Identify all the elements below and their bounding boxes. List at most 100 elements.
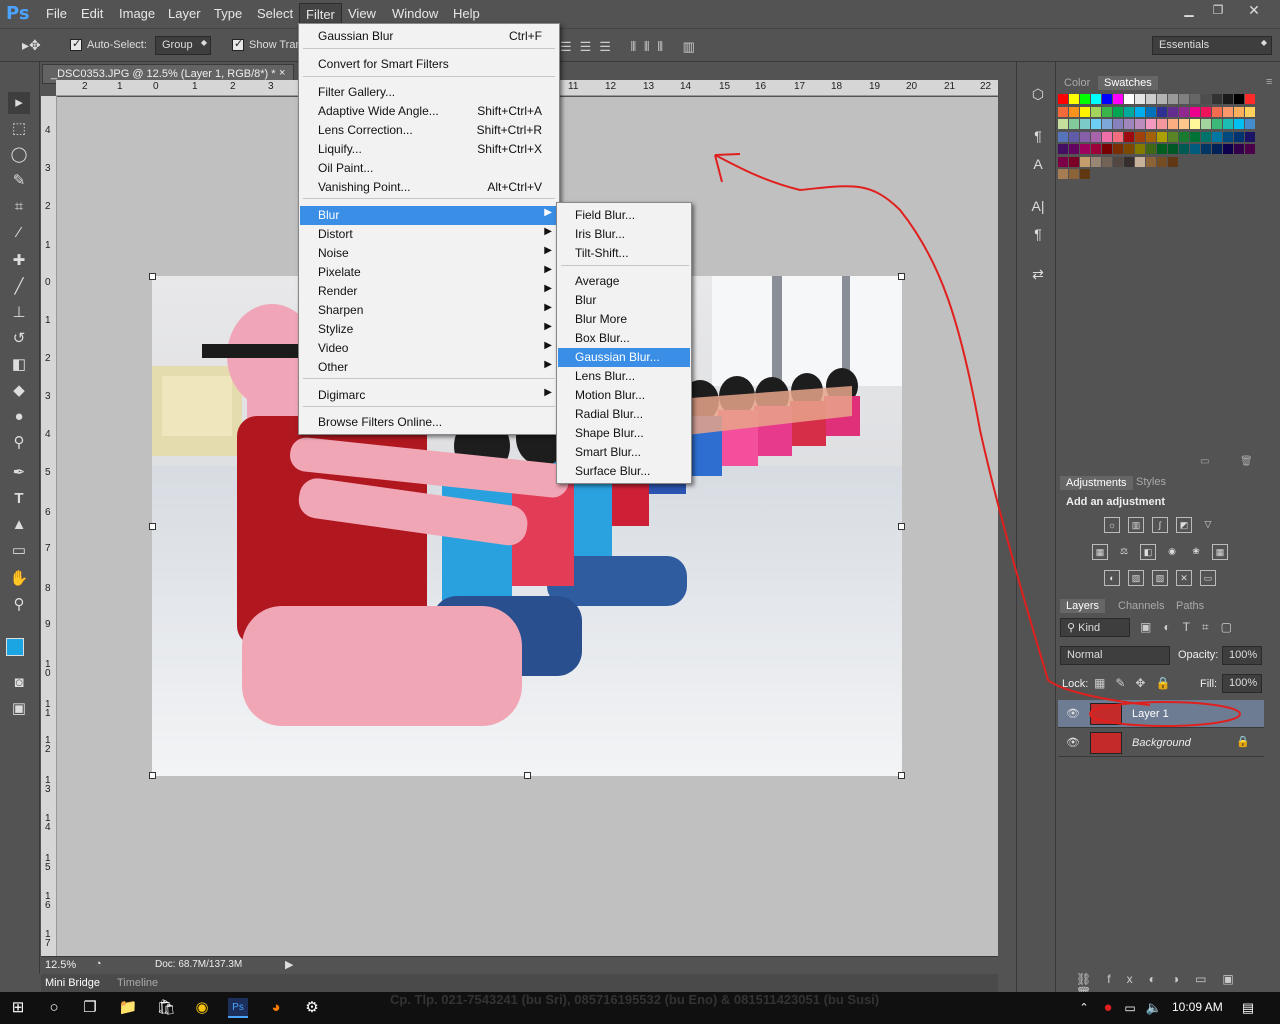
blend-mode-select[interactable]: Normal (1060, 646, 1170, 665)
color-swatch[interactable] (1058, 106, 1068, 117)
color-swatch[interactable] (1234, 131, 1244, 142)
photoshop-taskbar-icon[interactable]: Ps (228, 998, 248, 1018)
color-swatch[interactable] (1190, 94, 1200, 104)
filter-menu-item[interactable]: Browse Filters Online... (300, 413, 558, 432)
transform-handle[interactable] (524, 772, 531, 779)
color-swatch[interactable] (1124, 131, 1134, 142)
color-swatch[interactable] (1113, 156, 1123, 167)
filter-menu-item[interactable]: Noise ▶ (300, 244, 558, 263)
tab-paths[interactable]: Paths (1176, 600, 1204, 612)
foreground-color-swatch[interactable] (6, 638, 24, 656)
menu-edit[interactable]: Edit (81, 6, 103, 21)
search-icon[interactable]: ○ (44, 998, 64, 1018)
color-swatch[interactable] (1201, 94, 1211, 104)
color-swatch[interactable] (1157, 119, 1167, 129)
transform-handle[interactable] (898, 273, 905, 280)
filter-menu-item[interactable]: Gaussian Blur Ctrl+F (300, 27, 558, 46)
color-swatch[interactable] (1102, 144, 1112, 154)
color-swatch[interactable] (1124, 106, 1134, 117)
workspace-select[interactable]: Essentials ◆ (1152, 36, 1272, 55)
align-icons[interactable]: ☰☰☰ ⫴⫴⫴ ▥ (560, 39, 703, 55)
transform-handle[interactable] (898, 523, 905, 530)
color-swatch[interactable] (1234, 94, 1244, 104)
menu-layer[interactable]: Layer (168, 6, 201, 21)
color-swatch[interactable] (1146, 119, 1156, 129)
filter-menu-item[interactable]: Lens Correction... Shift+Ctrl+R (300, 121, 558, 140)
levels-icon[interactable]: ▥ (1128, 517, 1144, 533)
filter-menu-item[interactable]: Render ▶ (300, 282, 558, 301)
eyedropper-tool-icon[interactable]: ⁄ (8, 222, 30, 244)
filter-menu-item[interactable]: Convert for Smart Filters (300, 55, 558, 74)
close-document-icon[interactable]: × (279, 67, 285, 79)
color-swatch[interactable] (1157, 144, 1167, 154)
color-swatch[interactable] (1102, 119, 1112, 129)
color-swatch[interactable] (1157, 106, 1167, 117)
tab-styles[interactable]: Styles (1136, 476, 1166, 488)
layer-filter-icons[interactable]: ▣◐T⌗▢ (1140, 620, 1244, 635)
brightness-icon[interactable]: ☼ (1104, 517, 1120, 533)
type-tool-icon[interactable]: T (8, 488, 30, 510)
quick-mask-icon[interactable]: ◙ (8, 672, 30, 694)
color-swatch[interactable] (1102, 106, 1112, 117)
color-swatch[interactable] (1168, 106, 1178, 117)
selective-color-icon[interactable]: ✕ (1176, 570, 1192, 586)
paragraph-style-icon[interactable]: ¶ (1027, 226, 1049, 248)
invert-icon[interactable]: ◐ (1104, 570, 1120, 586)
color-swatch[interactable] (1234, 106, 1244, 117)
color-swatch[interactable] (1212, 144, 1222, 154)
color-swatch[interactable] (1080, 169, 1090, 179)
chrome-icon[interactable]: ◉ (192, 998, 212, 1018)
character-icon[interactable]: A| (1027, 198, 1049, 220)
color-swatch[interactable] (1124, 119, 1134, 129)
tab-layers[interactable]: Layers (1060, 599, 1106, 613)
color-lookup-icon[interactable]: ▦ (1212, 544, 1228, 560)
color-swatch[interactable] (1157, 94, 1167, 104)
close-window-icon[interactable]: ✕ (1240, 0, 1268, 20)
tab-swatches[interactable]: Swatches (1098, 76, 1158, 90)
screen-mode-icon[interactable]: ▣ (8, 698, 30, 720)
color-swatch[interactable] (1069, 106, 1079, 117)
color-swatch[interactable] (1091, 119, 1101, 129)
color-swatch[interactable] (1201, 131, 1211, 142)
color-swatch[interactable] (1190, 119, 1200, 129)
vibrance-icon[interactable]: ▽ (1200, 517, 1216, 533)
threshold-icon[interactable]: ▧ (1152, 570, 1168, 586)
color-swatch[interactable] (1146, 94, 1156, 104)
dodge-tool-icon[interactable]: ⚲ (8, 432, 30, 454)
color-swatch[interactable] (1223, 106, 1233, 117)
healing-brush-icon[interactable]: ✚ (8, 250, 30, 272)
color-swatch[interactable] (1168, 131, 1178, 142)
color-swatch[interactable] (1069, 131, 1079, 142)
black-white-icon[interactable]: ◧ (1140, 544, 1156, 560)
color-swatch[interactable] (1058, 169, 1068, 179)
rectangle-tool-icon[interactable]: ▭ (8, 540, 30, 562)
color-swatch[interactable] (1212, 94, 1222, 104)
color-swatch[interactable] (1091, 156, 1101, 167)
channel-mixer-icon[interactable]: ❀ (1188, 544, 1204, 560)
filter-menu-item[interactable]: Filter Gallery... (300, 83, 558, 102)
color-swatch[interactable] (1168, 119, 1178, 129)
color-swatch[interactable] (1058, 94, 1068, 104)
color-swatch[interactable] (1168, 144, 1178, 154)
quick-select-tool-icon[interactable]: ✎ (8, 170, 30, 192)
layer-name[interactable]: Background (1132, 737, 1191, 749)
color-swatch[interactable] (1146, 131, 1156, 142)
color-swatch[interactable] (1058, 131, 1068, 142)
color-swatch[interactable] (1080, 119, 1090, 129)
color-swatch[interactable] (1135, 119, 1145, 129)
color-swatch[interactable] (1069, 94, 1079, 104)
filter-menu-item[interactable]: Pixelate ▶ (300, 263, 558, 282)
color-swatch[interactable] (1069, 119, 1079, 129)
blur-menu-item[interactable]: Average (558, 272, 690, 291)
color-swatch[interactable] (1179, 144, 1189, 154)
stamp-tool-icon[interactable]: ⊥ (8, 302, 30, 324)
blur-menu-item[interactable]: Gaussian Blur... (558, 348, 690, 367)
color-swatch[interactable] (1080, 106, 1090, 117)
color-swatch[interactable] (1058, 156, 1068, 167)
menu-window[interactable]: Window (392, 6, 438, 21)
transform-handle[interactable] (149, 273, 156, 280)
color-swatch[interactable] (1223, 94, 1233, 104)
filter-menu-item[interactable]: Stylize ▶ (300, 320, 558, 339)
color-swatch[interactable] (1223, 119, 1233, 129)
opacity-field[interactable]: 100% (1222, 646, 1262, 665)
